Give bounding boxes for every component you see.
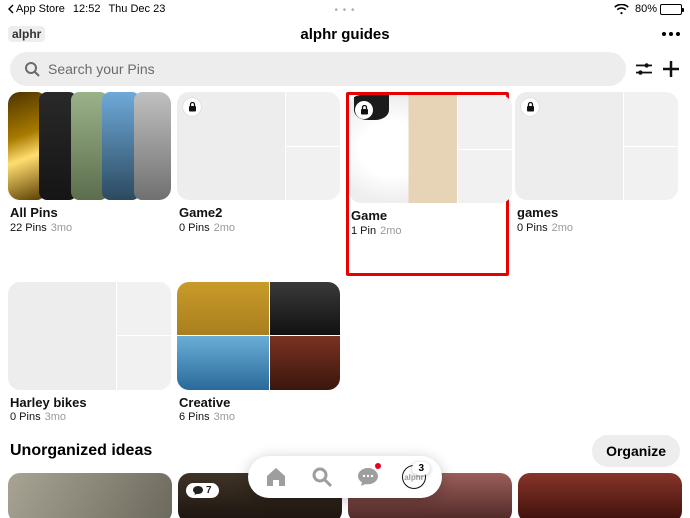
page-title: alphr guides xyxy=(300,26,389,43)
board-card[interactable]: Creative6 Pins3mo xyxy=(177,282,340,424)
speech-bubble-icon xyxy=(357,466,379,488)
nav-search[interactable] xyxy=(310,465,334,489)
board-meta: 6 Pins3mo xyxy=(179,411,338,423)
unorganized-title: Unorganized ideas xyxy=(10,442,152,460)
board-name: Game2 xyxy=(179,204,338,222)
board-meta: 0 Pins2mo xyxy=(517,222,676,234)
board-cover xyxy=(349,95,512,203)
board-meta: 0 Pins2mo xyxy=(179,222,338,234)
board-name: Creative xyxy=(179,394,338,412)
board-card[interactable]: games0 Pins2mo xyxy=(515,92,678,276)
status-left: App Store 12:52 Thu Dec 23 xyxy=(8,3,165,15)
nav-badge: 3 xyxy=(412,462,430,475)
back-app-label: App Store xyxy=(16,3,65,15)
idea-thumb[interactable] xyxy=(518,473,682,518)
search-row: Search your Pins xyxy=(0,50,690,92)
board-meta: 22 Pins3mo xyxy=(10,222,169,234)
battery-pct: 80% xyxy=(635,3,657,15)
status-date: Thu Dec 23 xyxy=(108,3,165,15)
multitask-indicator-icon[interactable]: • • • xyxy=(334,5,355,16)
board-card[interactable]: Game20 Pins2mo xyxy=(177,92,340,276)
nav-home[interactable] xyxy=(264,465,288,489)
board-name: All Pins xyxy=(10,204,169,222)
lock-icon xyxy=(183,98,201,116)
header: alphr alphr guides xyxy=(0,18,690,50)
wifi-icon xyxy=(614,4,629,15)
search-input[interactable]: Search your Pins xyxy=(10,52,626,86)
brand-logo: alphr xyxy=(8,26,45,42)
add-button[interactable] xyxy=(662,60,680,78)
sliders-icon xyxy=(636,61,652,77)
status-right: 80% xyxy=(614,3,682,15)
search-icon xyxy=(24,61,40,77)
board-cover xyxy=(177,92,340,200)
filter-button[interactable] xyxy=(636,61,652,77)
back-to-app[interactable]: App Store xyxy=(8,3,65,15)
search-icon xyxy=(311,466,333,488)
lock-icon xyxy=(521,98,539,116)
status-time: 12:52 xyxy=(73,3,101,15)
organize-button[interactable]: Organize xyxy=(592,435,680,467)
board-cover xyxy=(8,92,171,200)
board-name: Harley bikes xyxy=(10,394,169,412)
board-meta: 0 Pins3mo xyxy=(10,411,169,423)
chevron-left-icon xyxy=(8,4,14,14)
board-cover xyxy=(177,282,340,390)
board-cover xyxy=(515,92,678,200)
board-meta: 1 Pin2mo xyxy=(351,225,504,237)
board-card[interactable]: All Pins22 Pins3mo xyxy=(8,92,171,276)
battery-indicator: 80% xyxy=(635,3,682,15)
board-card[interactable]: Game1 Pin2mo xyxy=(346,92,509,276)
board-name: Game xyxy=(351,207,504,225)
speech-bubble-icon xyxy=(193,486,203,496)
plus-icon xyxy=(662,60,680,78)
board-cover xyxy=(8,282,171,390)
board-card[interactable]: Harley bikes0 Pins3mo xyxy=(8,282,171,424)
nav-messages[interactable] xyxy=(356,465,380,489)
more-icon xyxy=(662,32,680,36)
bottom-nav: alphr 3 xyxy=(248,456,442,498)
notification-dot-icon xyxy=(375,463,381,469)
search-placeholder: Search your Pins xyxy=(48,61,155,77)
board-name: games xyxy=(517,204,676,222)
comment-count: 7 xyxy=(206,485,212,496)
battery-icon xyxy=(660,4,682,15)
status-bar: App Store 12:52 Thu Dec 23 • • • 80% xyxy=(0,0,690,18)
home-icon xyxy=(265,466,287,488)
boards-grid: All Pins22 Pins3moGame20 Pins2moGame1 Pi… xyxy=(0,92,690,423)
lock-icon xyxy=(355,101,373,119)
more-button[interactable] xyxy=(662,32,680,36)
comment-badge: 7 xyxy=(186,483,219,498)
idea-thumb[interactable] xyxy=(8,473,172,518)
